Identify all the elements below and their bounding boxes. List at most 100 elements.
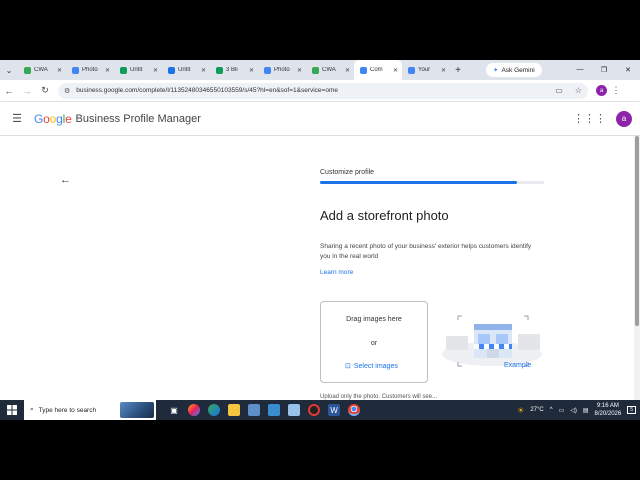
tab-close-icon[interactable]: ✕ (201, 67, 210, 74)
tab-close-icon[interactable]: ✕ (57, 67, 66, 74)
restore-button[interactable]: ❐ (592, 66, 616, 74)
tray-expand-icon[interactable]: ^ (550, 407, 553, 413)
file-explorer-icon[interactable] (228, 404, 240, 416)
language-icon[interactable]: ▤ (583, 407, 589, 414)
tab-label: Photo (82, 67, 98, 73)
back-nav-icon[interactable]: ← (0, 86, 18, 96)
browser-tab[interactable]: Com ✕ (354, 60, 402, 80)
network-icon[interactable]: ▭ (559, 407, 565, 414)
windows-start-icon[interactable] (0, 405, 24, 415)
tab-favicon-icon (360, 66, 367, 74)
step-progress-bar (320, 181, 544, 184)
system-tray: ☀ 27°C ^ ▭ ◁) ▤ 9:16 AM 8/20/2026 5 (517, 402, 640, 418)
search-highlight-image (120, 402, 154, 418)
tab-label: 3 Bli (226, 67, 238, 73)
step-progress-fill (320, 181, 518, 184)
page-headline: Add a storefront photo (320, 208, 449, 223)
tab-search-menu-icon[interactable]: ⌄ (0, 60, 18, 80)
tab-label: CWA (34, 67, 48, 73)
ask-gemini-label: Ask Gemini (501, 66, 535, 74)
tab-favicon-icon (24, 66, 31, 74)
ask-gemini-button[interactable]: ✦ Ask Gemini (486, 63, 542, 77)
tab-close-icon[interactable]: ✕ (393, 67, 402, 74)
taskbar-clock[interactable]: 9:16 AM 8/20/2026 (595, 402, 622, 418)
install-app-icon[interactable]: ▭ (555, 86, 569, 95)
snipping-tool-icon[interactable] (268, 404, 280, 416)
add-photo-icon: ⊡ (345, 363, 351, 370)
taskbar-pinned-apps: ▣ W (156, 404, 360, 416)
copilot-icon[interactable] (188, 404, 200, 416)
weather-icon[interactable]: ☀ (517, 406, 524, 415)
browser-profile-avatar[interactable]: a (596, 85, 607, 96)
google-logo: Google (34, 111, 72, 126)
browser-tab[interactable]: Photo ✕ (258, 60, 306, 80)
close-window-button[interactable]: ✕ (616, 66, 640, 74)
tab-favicon-icon (264, 66, 271, 74)
page-scrollbar[interactable] (634, 136, 640, 400)
taskbar-search-box[interactable]: ⌕ Type here to search (24, 400, 156, 420)
taskbar-search-placeholder: Type here to search (38, 406, 97, 414)
browser-toolbar: ← → ↻ ⚙ business.google.com/complete/l/1… (0, 80, 640, 102)
tab-favicon-icon (408, 66, 415, 74)
browser-tab[interactable]: Untit ✕ (162, 60, 210, 80)
chrome-icon[interactable] (348, 404, 360, 416)
browser-tab[interactable]: 3 Bli ✕ (210, 60, 258, 80)
browser-tab[interactable]: Your ✕ (402, 60, 450, 80)
tab-favicon-icon (120, 66, 127, 74)
tab-close-icon[interactable]: ✕ (345, 67, 354, 74)
minimize-button[interactable]: — (568, 66, 592, 74)
forward-nav-icon[interactable]: → (18, 86, 36, 96)
clock-date: 8/20/2026 (594, 411, 622, 417)
page-description: Sharing a recent photo of your business'… (320, 243, 532, 260)
word-icon[interactable]: W (328, 404, 340, 416)
search-icon: ⌕ (30, 406, 34, 413)
gemini-spark-icon: ✦ (493, 67, 499, 74)
hamburger-menu-icon[interactable]: ☰ (0, 112, 34, 125)
url-text[interactable]: business.google.com/complete/l/113524803… (76, 87, 549, 94)
tab-list: CWA ✕ Photo ✕ Untit ✕ Untit ✕ 3 Bli ✕ Photo ✕ CWA ✕ Co… (18, 60, 450, 80)
tab-favicon-icon (312, 66, 319, 74)
apps-grid-icon[interactable]: ⋮⋮⋮ (573, 112, 606, 125)
step-label: Customize profile (320, 169, 375, 176)
browser-tab[interactable]: Untit ✕ (114, 60, 162, 80)
browser-tab[interactable]: CWA ✕ (18, 60, 66, 80)
tab-label: Your (418, 67, 431, 73)
new-tab-button[interactable]: + (450, 65, 466, 76)
edge-icon[interactable] (208, 404, 220, 416)
bookmark-star-icon[interactable]: ☆ (575, 86, 588, 95)
tab-close-icon[interactable]: ✕ (249, 67, 258, 74)
account-avatar[interactable]: a (616, 110, 632, 127)
tab-favicon-icon (168, 66, 175, 74)
address-bar[interactable]: ⚙ business.google.com/complete/l/1135248… (58, 82, 588, 99)
browser-tab[interactable]: Photo ✕ (66, 60, 114, 80)
tab-label: Untit (130, 67, 143, 73)
notification-icon[interactable]: 5 (627, 406, 636, 414)
site-info-icon[interactable]: ⚙ (64, 87, 70, 95)
browser-menu-icon[interactable]: ⋮ (607, 85, 625, 96)
tab-strip: ⌄ CWA ✕ Photo ✕ Untit ✕ Untit ✕ 3 Bli ✕ Photo ✕ CWA ✕… (0, 60, 640, 80)
windows-taskbar: ⌕ Type here to search ▣ W ☀ 27°C ^ ▭ ◁) … (0, 400, 640, 420)
select-images-button[interactable]: ⊡ Select images (345, 362, 398, 371)
tab-label: CWA (322, 67, 336, 73)
tab-label: Photo (274, 67, 290, 73)
tab-close-icon[interactable]: ✕ (441, 67, 450, 74)
tab-close-icon[interactable]: ✕ (297, 67, 306, 74)
learn-more-link[interactable]: Learn more (320, 269, 353, 276)
back-arrow-icon[interactable]: ← (60, 174, 71, 186)
screen: ⌄ CWA ✕ Photo ✕ Untit ✕ Untit ✕ 3 Bli ✕ Photo ✕ CWA ✕… (0, 60, 640, 420)
calculator-icon[interactable] (248, 404, 260, 416)
paint-icon[interactable] (288, 404, 300, 416)
scrollbar-thumb[interactable] (635, 136, 639, 326)
recorder-icon[interactable] (308, 404, 320, 416)
or-text: or (370, 340, 378, 347)
tab-close-icon[interactable]: ✕ (105, 67, 114, 74)
tab-close-icon[interactable]: ✕ (153, 67, 162, 74)
weather-temp[interactable]: 27°C (530, 407, 543, 413)
reload-icon[interactable]: ↻ (36, 85, 54, 96)
volume-icon[interactable]: ◁) (570, 407, 577, 414)
image-dropzone[interactable]: Drag images here or ⊡ Select images (320, 301, 428, 383)
window-controls: — ❐ ✕ (568, 66, 640, 74)
tab-label: Untit (178, 67, 191, 73)
browser-tab[interactable]: CWA ✕ (306, 60, 354, 80)
task-view-icon[interactable]: ▣ (168, 404, 180, 416)
